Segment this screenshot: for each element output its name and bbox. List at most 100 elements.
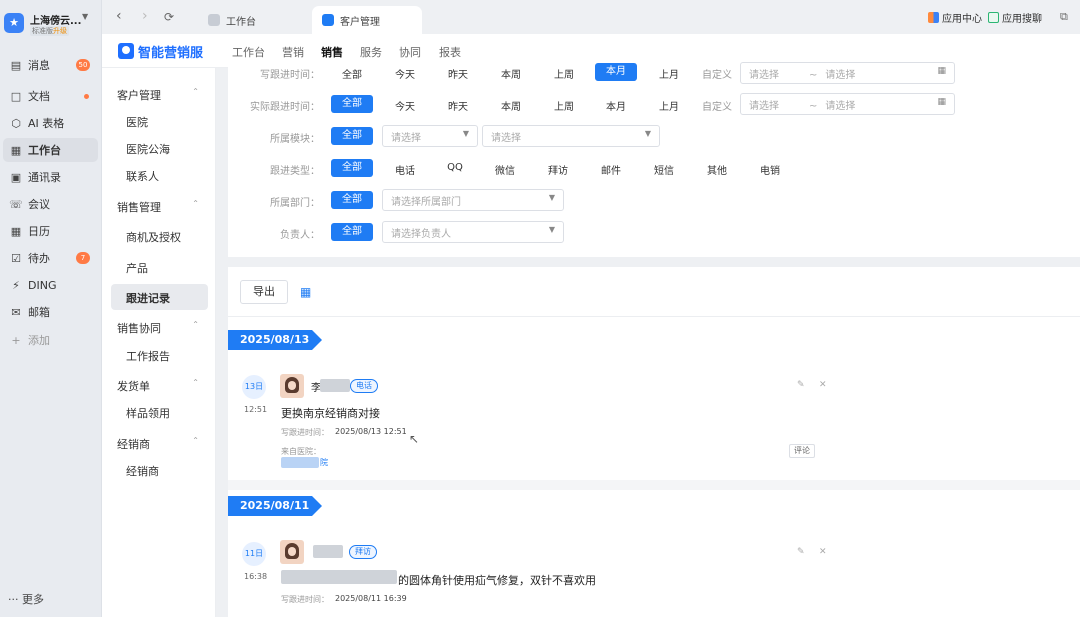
write-time-this-month[interactable]: 本月 bbox=[595, 63, 637, 81]
actual-time-this-week[interactable]: 本周 bbox=[490, 98, 532, 113]
nav-item-ai-table[interactable]: ⬡ AI 表格 bbox=[3, 111, 98, 135]
actual-time-all[interactable]: 全部 bbox=[331, 95, 373, 113]
main-tab-workbench[interactable]: 工作台 bbox=[232, 44, 265, 60]
write-time-yesterday[interactable]: 昨天 bbox=[437, 66, 479, 81]
grid-view-icon[interactable]: ▦ bbox=[300, 285, 311, 299]
day-badge: 13日 bbox=[242, 375, 266, 399]
group-label: 发货单 bbox=[117, 380, 150, 393]
actual-time-custom[interactable]: 自定义 bbox=[697, 98, 737, 113]
owner-select[interactable]: 请选择负责人 ▼ bbox=[382, 221, 564, 243]
app-search-button[interactable]: 应用搜聊 bbox=[988, 10, 1042, 25]
write-time-last-week[interactable]: 上周 bbox=[543, 66, 585, 81]
write-time-last-month[interactable]: 上月 bbox=[648, 66, 690, 81]
sidebar-item-hospital-pool[interactable]: 医院公海 bbox=[126, 141, 170, 157]
nav-item-meeting[interactable]: ☏ 会议 bbox=[3, 192, 98, 216]
org-name[interactable]: 上海傍云... bbox=[30, 12, 81, 27]
sidebar-item-hospital[interactable]: 医院 bbox=[126, 114, 148, 130]
nav-more[interactable]: ··· 更多 bbox=[8, 591, 44, 607]
type-all[interactable]: 全部 bbox=[331, 159, 373, 177]
type-other[interactable]: 其他 bbox=[696, 162, 738, 177]
sidebar-item-dealer[interactable]: 经销商 bbox=[126, 463, 159, 479]
brand-logo bbox=[118, 43, 134, 59]
sidebar-item-work-report[interactable]: 工作报告 bbox=[126, 348, 170, 364]
owner-all[interactable]: 全部 bbox=[331, 223, 373, 241]
actual-time-last-month[interactable]: 上月 bbox=[648, 98, 690, 113]
nav-item-calendar[interactable]: ▦ 日历 bbox=[3, 219, 98, 243]
app-center-button[interactable]: 应用中心 bbox=[928, 10, 982, 25]
calendar-icon: ▦ bbox=[937, 97, 946, 107]
nav-item-workbench[interactable]: ▦ 工作台 bbox=[3, 138, 98, 162]
upgrade-link[interactable]: 升级 bbox=[53, 27, 67, 35]
org-logo[interactable]: ★ bbox=[4, 13, 24, 33]
chevron-down-icon: ▼ bbox=[462, 129, 469, 138]
main-tab-service[interactable]: 服务 bbox=[360, 44, 382, 60]
write-time-all[interactable]: 全部 bbox=[331, 66, 373, 81]
tab-workbench[interactable]: 工作台 bbox=[198, 6, 266, 34]
top-bar: ‹ › ⟳ 工作台 客户管理 应用中心 应用搜聊 ⧉ bbox=[102, 0, 1080, 34]
nav-item-docs[interactable]: □ 文档 bbox=[3, 84, 98, 108]
sidebar-item-followup[interactable]: 跟进记录 bbox=[126, 290, 170, 306]
sidebar-group-customer[interactable]: 客户管理 ⌃ bbox=[117, 87, 207, 103]
type-telesales[interactable]: 电销 bbox=[749, 162, 791, 177]
write-time-range[interactable]: 请选择 ~ 请选择 ▦ bbox=[740, 62, 955, 84]
close-icon[interactable]: ✕ bbox=[819, 547, 827, 557]
edit-icon[interactable]: ✎ bbox=[797, 380, 805, 390]
nav-item-messages[interactable]: ▤ 消息 50 bbox=[3, 53, 98, 77]
hospital-link[interactable]: 院 bbox=[320, 457, 328, 468]
nav-item-contacts[interactable]: ▣ 通讯录 bbox=[3, 165, 98, 189]
sidebar-item-contacts[interactable]: 联系人 bbox=[126, 168, 159, 184]
nav-item-add[interactable]: + 添加 bbox=[3, 328, 98, 352]
sidebar-item-product[interactable]: 产品 bbox=[126, 260, 148, 276]
edit-icon[interactable]: ✎ bbox=[797, 547, 805, 557]
comment-button[interactable]: 评论 bbox=[789, 444, 815, 458]
todo-badge: 7 bbox=[76, 252, 90, 264]
write-time-this-week[interactable]: 本周 bbox=[490, 66, 532, 81]
org-caret-icon[interactable]: ▼ bbox=[82, 12, 88, 21]
type-visit[interactable]: 拜访 bbox=[537, 162, 579, 177]
module-all[interactable]: 全部 bbox=[331, 127, 373, 145]
type-qq[interactable]: QQ bbox=[437, 162, 473, 173]
nav-label: 邮箱 bbox=[28, 306, 50, 319]
module-select-2[interactable]: 请选择 ▼ bbox=[482, 125, 660, 147]
module-select-1[interactable]: 请选择 ▼ bbox=[382, 125, 478, 147]
sidebar-item-opportunity[interactable]: 商机及授权 bbox=[126, 229, 181, 245]
actual-time-this-month[interactable]: 本月 bbox=[595, 98, 637, 113]
close-icon[interactable]: ✕ bbox=[819, 380, 827, 390]
group-label: 销售协同 bbox=[117, 322, 161, 335]
type-email[interactable]: 邮件 bbox=[590, 162, 632, 177]
write-time-custom[interactable]: 自定义 bbox=[697, 66, 737, 81]
main-tab-reports[interactable]: 报表 bbox=[439, 44, 461, 60]
type-phone[interactable]: 电话 bbox=[384, 162, 426, 177]
left-nav: ★ 上海傍云... ▼ 标准版升级 ▤ 消息 50 □ 文档 ⬡ AI 表格 ▦ 工作台 … bbox=[0, 0, 102, 617]
main-tab-collab[interactable]: 协同 bbox=[399, 44, 421, 60]
dept-all[interactable]: 全部 bbox=[331, 191, 373, 209]
actual-time-last-week[interactable]: 上周 bbox=[543, 98, 585, 113]
type-sms[interactable]: 短信 bbox=[643, 162, 685, 177]
sidebar-group-delivery[interactable]: 发货单 ⌃ bbox=[117, 378, 207, 394]
forward-icon[interactable]: › bbox=[142, 8, 148, 24]
nav-item-mail[interactable]: ✉ 邮箱 bbox=[3, 300, 98, 324]
dept-select[interactable]: 请选择所属部门 ▼ bbox=[382, 189, 564, 211]
window-icon[interactable]: ⧉ bbox=[1060, 10, 1068, 24]
nav-item-ding[interactable]: ⚡ DING bbox=[3, 273, 98, 297]
nav-label: 通讯录 bbox=[28, 171, 61, 184]
workbench-tab-icon bbox=[208, 14, 220, 26]
main-tab-sales[interactable]: 销售 bbox=[321, 44, 343, 60]
back-icon[interactable]: ‹ bbox=[116, 8, 122, 24]
sidebar-item-sample[interactable]: 样品领用 bbox=[126, 405, 170, 421]
meeting-icon: ☏ bbox=[9, 197, 23, 211]
tab-customer-management[interactable]: 客户管理 bbox=[312, 6, 422, 34]
main-tab-marketing[interactable]: 营销 bbox=[282, 44, 304, 60]
refresh-icon[interactable]: ⟳ bbox=[164, 10, 174, 24]
actual-time-yesterday[interactable]: 昨天 bbox=[437, 98, 479, 113]
nav-label: 消息 bbox=[28, 59, 50, 72]
sidebar-group-sales[interactable]: 销售管理 ⌃ bbox=[117, 199, 207, 215]
sidebar-group-dealer[interactable]: 经销商 ⌃ bbox=[117, 436, 207, 452]
type-wechat[interactable]: 微信 bbox=[484, 162, 526, 177]
actual-time-range[interactable]: 请选择 ~ 请选择 ▦ bbox=[740, 93, 955, 115]
nav-item-todo[interactable]: ☑ 待办 7 bbox=[3, 246, 98, 270]
sidebar-group-collab[interactable]: 销售协同 ⌃ bbox=[117, 320, 207, 336]
actual-time-today[interactable]: 今天 bbox=[384, 98, 426, 113]
write-time-today[interactable]: 今天 bbox=[384, 66, 426, 81]
export-button[interactable]: 导出 bbox=[240, 280, 288, 304]
